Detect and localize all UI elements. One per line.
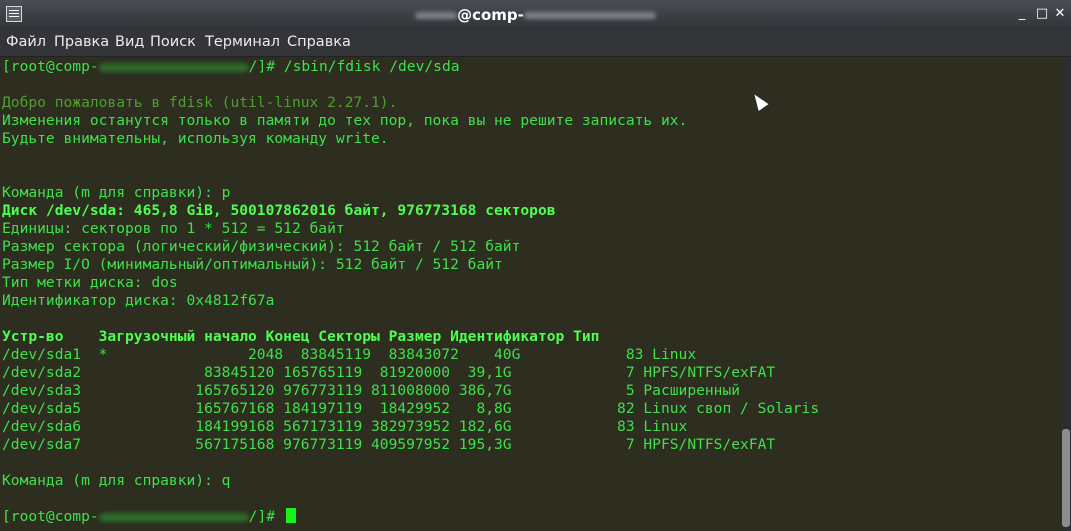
scrollbar-thumb[interactable] [1062, 429, 1070, 527]
terminal-line: [root@comp-/]# /sbin/fdisk /dev/sda [2, 58, 460, 75]
redacted-text [523, 12, 656, 19]
partition-row: /dev/sda5 165767168 184197119 18429952 8… [2, 400, 820, 417]
terminal-line: Команда (m для справки): q [2, 472, 231, 489]
partition-row: /dev/sda1 * 2048 83845119 83843072 40G 8… [2, 346, 697, 363]
terminal-line: Будьте внимательны, используя команду wr… [2, 130, 389, 147]
partition-row: /dev/sda2 83845120 165765119 81920000 39… [2, 364, 776, 381]
menu-help[interactable]: Справка [287, 34, 351, 50]
terminal-line: Размер сектора (логический/физический): … [2, 238, 521, 255]
partition-row: /dev/sda7 567175168 976773119 409597952 … [2, 436, 776, 453]
menu-file[interactable]: Файл [6, 34, 46, 50]
terminal-line: Размер I/O (минимальный/оптимальный): 51… [2, 256, 503, 273]
window-title: @comp- [0, 6, 1071, 24]
terminal-window: @comp- _ □ ✕ Файл Правка Вид Поиск Терми… [0, 0, 1071, 531]
redacted-hostname [98, 62, 249, 72]
terminal-output[interactable]: [root@comp-/]# /sbin/fdisk /dev/sda Добр… [0, 57, 1061, 531]
terminal-line: Идентификатор диска: 0x4812f67a [2, 292, 275, 309]
redacted-text [415, 12, 458, 19]
menu-bar: Файл Правка Вид Поиск Терминал Справка [0, 30, 1071, 57]
menu-terminal[interactable]: Терминал [205, 34, 280, 50]
terminal-line: Единицы: секторов по 1 * 512 = 512 байт [2, 220, 345, 237]
terminal-prompt: [root@comp-/]# [2, 508, 296, 526]
maximize-icon[interactable]: □ [1035, 7, 1049, 21]
menu-search[interactable]: Поиск [150, 34, 196, 50]
terminal-line: Команда (m для справки): p [2, 184, 231, 201]
terminal-line: Диск /dev/sda: 465,8 GiB, 500107862016 б… [2, 202, 556, 219]
terminal-line: Тип метки диска: dos [2, 274, 178, 291]
partition-table-header: Устр-во Загрузочный начало Конец Секторы… [2, 328, 600, 345]
minimize-icon[interactable]: _ [1015, 7, 1029, 21]
title-bar[interactable]: @comp- _ □ ✕ [0, 0, 1071, 30]
terminal-line: Добро пожаловать в fdisk (util-linux 2.2… [2, 94, 398, 111]
terminal-line: Изменения останутся только в памяти до т… [2, 112, 688, 129]
text-cursor [285, 508, 296, 523]
partition-row: /dev/sda6 184199168 567173119 382973952 … [2, 418, 688, 435]
close-icon[interactable]: ✕ [1053, 7, 1067, 21]
partition-row: /dev/sda3 165765120 976773119 811008000 … [2, 382, 741, 399]
menu-view[interactable]: Вид [115, 34, 144, 50]
scrollbar[interactable] [1061, 57, 1071, 531]
redacted-hostname [98, 512, 249, 522]
menu-edit[interactable]: Правка [54, 34, 109, 50]
